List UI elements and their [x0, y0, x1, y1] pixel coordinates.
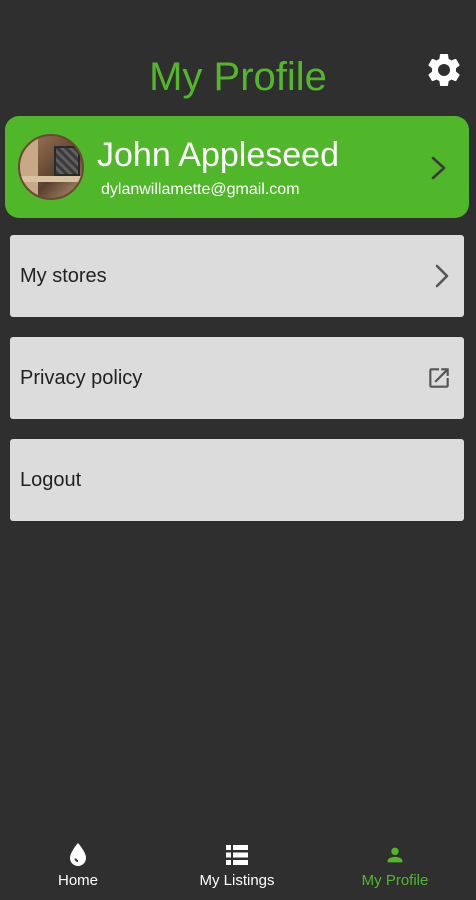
open-in-new-icon — [429, 368, 449, 388]
page-title: My Profile — [149, 55, 327, 99]
bottom-navigation: Home My Listings My Profile — [0, 832, 476, 900]
drop-icon — [70, 843, 86, 866]
nav-label: Home — [57, 872, 98, 889]
menu-item-my-stores[interactable]: My stores — [10, 235, 464, 317]
gear-icon — [428, 53, 460, 86]
menu-item-logout[interactable]: Logout — [10, 439, 464, 521]
menu-item-privacy-policy[interactable]: Privacy policy — [10, 337, 464, 419]
menu-item-label: Logout — [20, 468, 82, 491]
settings-button[interactable] — [420, 46, 468, 94]
profile-name: John Appleseed — [97, 136, 339, 174]
chevron-right-icon — [435, 264, 449, 288]
nav-item-home[interactable]: Home — [38, 832, 118, 900]
nav-item-my-listings[interactable]: My Listings — [187, 832, 287, 900]
menu-item-label: My stores — [20, 264, 107, 287]
profile-email: dylanwillamette@gmail.com — [101, 181, 300, 198]
nav-item-my-profile[interactable]: My Profile — [350, 832, 440, 900]
app-header: My Profile — [0, 0, 476, 110]
avatar — [18, 134, 84, 200]
list-icon — [226, 845, 248, 865]
menu-item-label: Privacy policy — [20, 366, 143, 389]
nav-label: My Profile — [361, 872, 429, 889]
person-icon — [387, 847, 403, 863]
nav-label: My Listings — [199, 872, 275, 889]
chevron-right-icon — [431, 156, 446, 180]
